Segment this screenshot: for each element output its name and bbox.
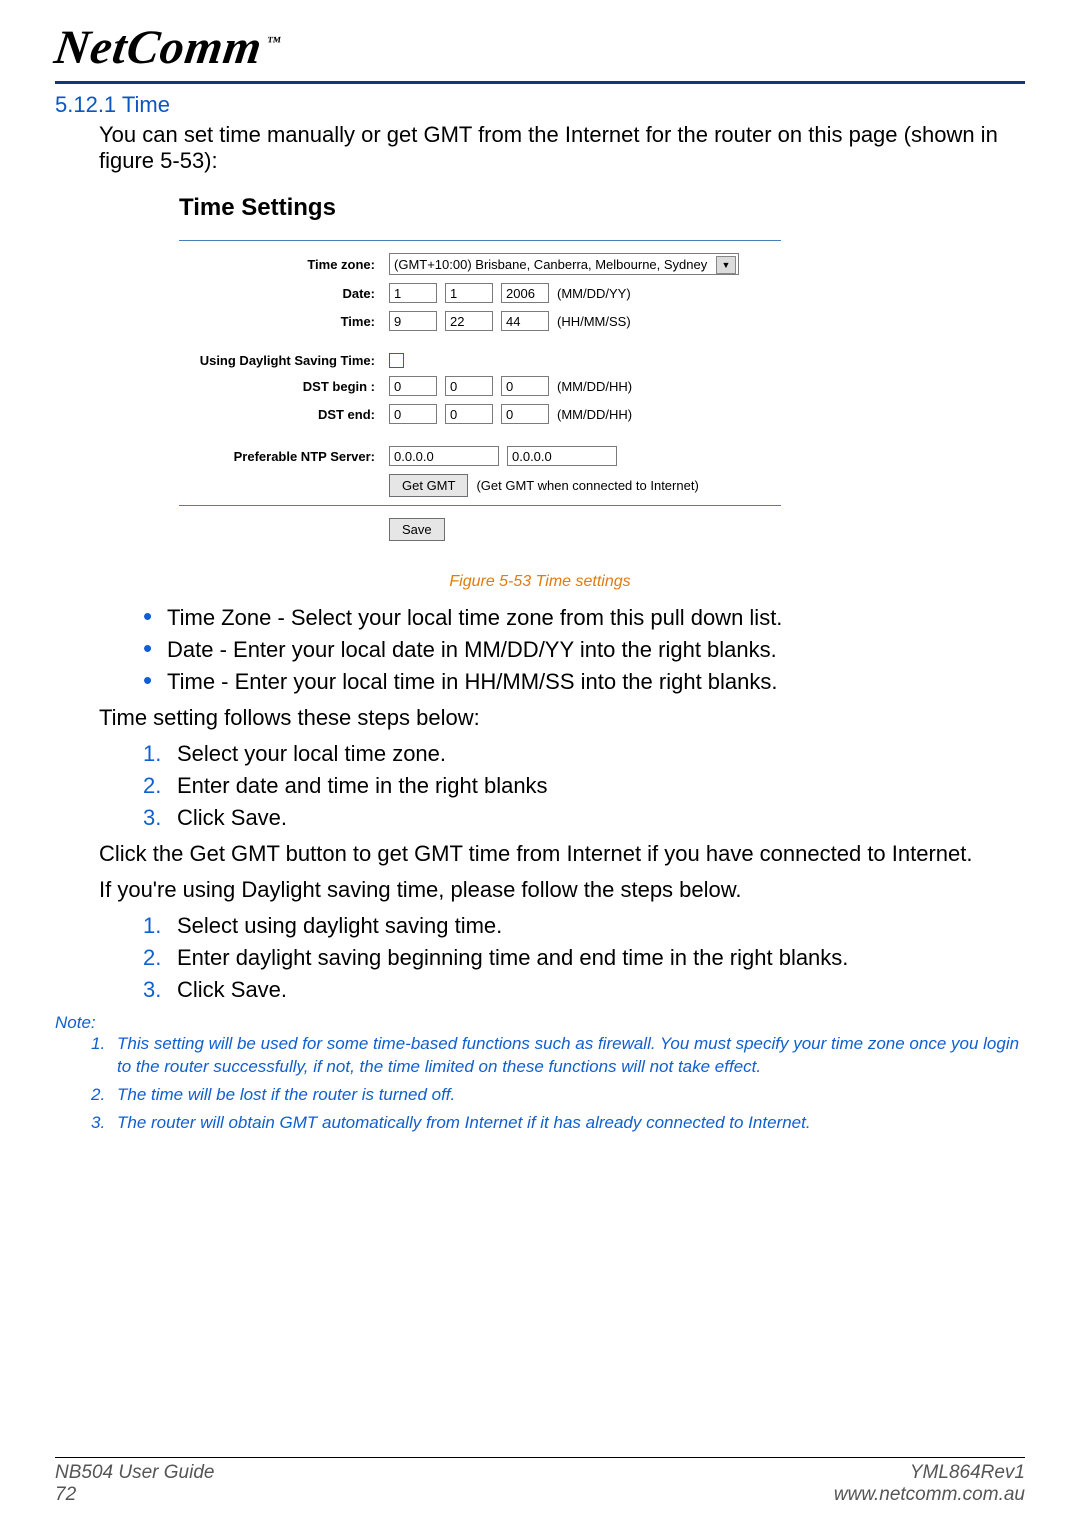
date-day-input[interactable] <box>445 283 493 303</box>
logo-tm: ™ <box>266 35 283 50</box>
time-hh-input[interactable] <box>389 311 437 331</box>
save-button[interactable]: Save <box>389 518 445 541</box>
list-item: This setting will be used for some time-… <box>91 1033 1025 1079</box>
list-item: The router will obtain GMT automatically… <box>91 1112 1025 1135</box>
dst-use-label: Using Daylight Saving Time: <box>179 353 389 368</box>
footer-page-number: 72 <box>55 1484 214 1506</box>
list-item: Date - Enter your local date in MM/DD/YY… <box>143 637 1025 663</box>
get-gmt-hint: (Get GMT when connected to Internet) <box>476 478 698 493</box>
dst-end-hh-input[interactable] <box>501 404 549 424</box>
date-format-hint: (MM/DD/YY) <box>557 286 631 301</box>
dst-begin-dd-input[interactable] <box>445 376 493 396</box>
dst-checkbox[interactable] <box>389 353 404 368</box>
body-text: Click the Get GMT button to get GMT time… <box>99 841 1025 867</box>
date-year-input[interactable] <box>501 283 549 303</box>
logo-text: NetComm™ <box>51 20 285 75</box>
list-item: Select your local time zone. <box>143 741 1025 767</box>
dst-begin-format-hint: (MM/DD/HH) <box>557 379 632 394</box>
time-format-hint: (HH/MM/SS) <box>557 314 631 329</box>
list-item: The time will be lost if the router is t… <box>91 1084 1025 1107</box>
get-gmt-button[interactable]: Get GMT <box>389 474 468 497</box>
dst-end-mm-input[interactable] <box>389 404 437 424</box>
header-logo: NetComm™ <box>55 20 1025 84</box>
figure-caption: Figure 5-53 Time settings <box>55 573 1025 591</box>
footer-revision: YML864Rev1 <box>834 1462 1025 1484</box>
note-heading: Note: <box>55 1013 1025 1033</box>
list-item: Enter date and time in the right blanks <box>143 773 1025 799</box>
timezone-label: Time zone: <box>179 257 389 272</box>
list-item: Click Save. <box>143 805 1025 831</box>
notes-list: This setting will be used for some time-… <box>91 1033 1025 1135</box>
footer-right: YML864Rev1 www.netcomm.com.au <box>834 1462 1025 1506</box>
dst-end-dd-input[interactable] <box>445 404 493 424</box>
list-item: Enter daylight saving beginning time and… <box>143 945 1025 971</box>
dst-end-label: DST end: <box>179 407 389 422</box>
body-text: If you're using Daylight saving time, pl… <box>99 877 1025 903</box>
bullet-list: Time Zone - Select your local time zone … <box>143 605 1025 695</box>
list-item: Click Save. <box>143 977 1025 1003</box>
date-month-input[interactable] <box>389 283 437 303</box>
intro-text: You can set time manually or get GMT fro… <box>99 122 1025 174</box>
timezone-value: (GMT+10:00) Brisbane, Canberra, Melbourn… <box>394 257 707 272</box>
dst-begin-label: DST begin : <box>179 379 389 394</box>
time-mm-input[interactable] <box>445 311 493 331</box>
section-heading: 5.12.1 Time <box>55 92 1025 118</box>
dst-begin-mm-input[interactable] <box>389 376 437 396</box>
time-label: Time: <box>179 314 389 329</box>
footer-left: NB504 User Guide 72 <box>55 1462 214 1506</box>
divider <box>179 240 781 241</box>
ntp-label: Preferable NTP Server: <box>179 449 389 464</box>
body-text: Time setting follows these steps below: <box>99 705 1025 731</box>
steps-list-1: Select your local time zone. Enter date … <box>143 741 1025 831</box>
list-item: Time Zone - Select your local time zone … <box>143 605 1025 631</box>
steps-list-2: Select using daylight saving time. Enter… <box>143 913 1025 1003</box>
timezone-select[interactable]: (GMT+10:00) Brisbane, Canberra, Melbourn… <box>389 253 739 275</box>
dst-end-format-hint: (MM/DD/HH) <box>557 407 632 422</box>
footer-guide-name: NB504 User Guide <box>55 1462 214 1484</box>
logo-name: NetComm <box>51 21 265 74</box>
footer-url: www.netcomm.com.au <box>834 1484 1025 1506</box>
ntp-server-1-input[interactable] <box>389 446 499 466</box>
time-settings-panel: Time Settings Time zone: (GMT+10:00) Bri… <box>165 186 795 563</box>
time-ss-input[interactable] <box>501 311 549 331</box>
panel-title: Time Settings <box>179 194 781 222</box>
list-item: Select using daylight saving time. <box>143 913 1025 939</box>
divider <box>179 505 781 506</box>
list-item: Time - Enter your local time in HH/MM/SS… <box>143 669 1025 695</box>
ntp-server-2-input[interactable] <box>507 446 617 466</box>
page-footer: NB504 User Guide 72 YML864Rev1 www.netco… <box>55 1457 1025 1506</box>
dst-begin-hh-input[interactable] <box>501 376 549 396</box>
date-label: Date: <box>179 286 389 301</box>
